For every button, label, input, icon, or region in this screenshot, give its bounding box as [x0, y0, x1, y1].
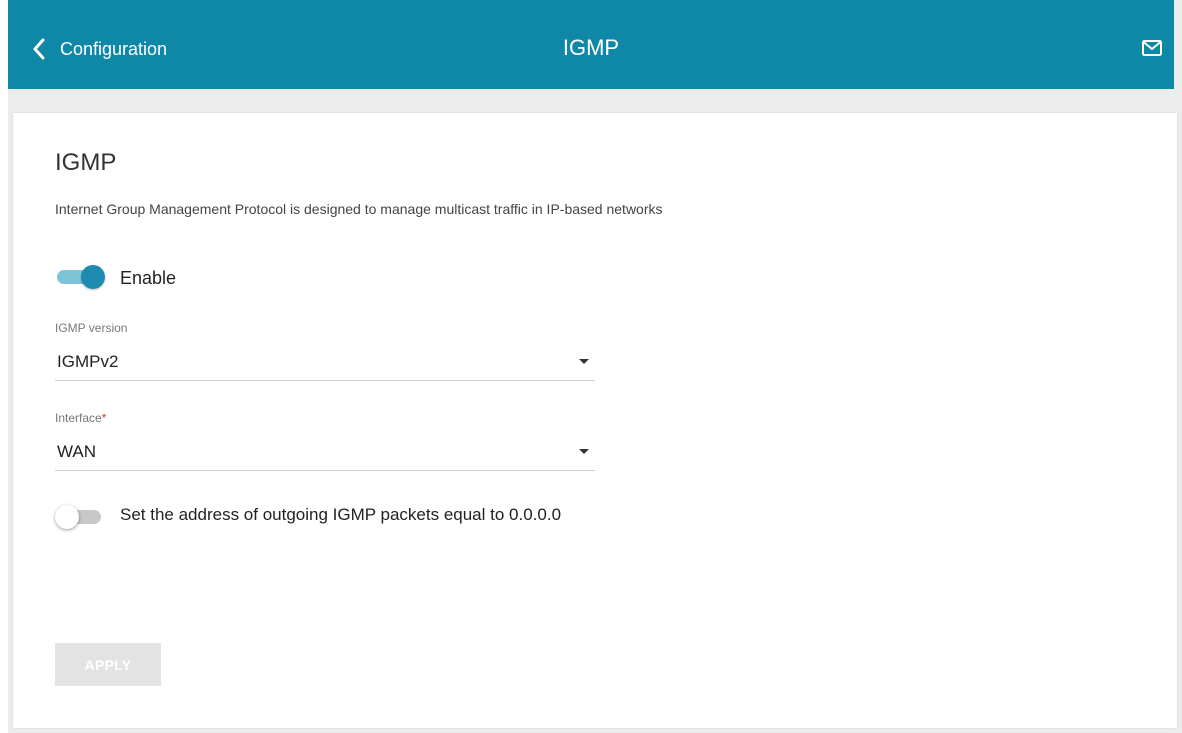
igmp-version-select[interactable]: IGMPv2 — [55, 348, 595, 381]
section-description: Internet Group Management Protocol is de… — [55, 201, 663, 217]
interface-label: Interface* — [55, 411, 106, 425]
section-title: IGMP — [55, 149, 117, 176]
caret-down-icon — [579, 359, 589, 364]
header-bar: Configuration IGMP — [8, 0, 1174, 89]
outgoing-address-toggle-knob — [55, 505, 79, 529]
igmp-version-value: IGMPv2 — [57, 352, 119, 371]
igmp-version-label: IGMP version — [55, 321, 128, 335]
required-mark: * — [101, 411, 107, 425]
page-title: IGMP — [562, 35, 620, 60]
enable-toggle[interactable] — [55, 265, 105, 289]
interface-select[interactable]: WAN — [55, 438, 595, 471]
interface-label-text: Interface — [55, 411, 102, 425]
interface-value: WAN — [57, 442, 97, 461]
app-frame: Configuration IGMP IGMP Internet Group M… — [8, 0, 1182, 733]
outgoing-address-label: Set the address of outgoing IGMP packets… — [120, 505, 562, 524]
enable-label: Enable — [120, 268, 177, 288]
enable-toggle-knob — [81, 265, 105, 289]
caret-down-icon — [579, 449, 589, 454]
outgoing-address-toggle[interactable] — [55, 505, 105, 529]
mail-icon[interactable] — [1142, 40, 1162, 56]
apply-button[interactable]: APPLY — [55, 643, 161, 686]
igmp-card: IGMP Internet Group Management Protocol … — [13, 113, 1177, 728]
